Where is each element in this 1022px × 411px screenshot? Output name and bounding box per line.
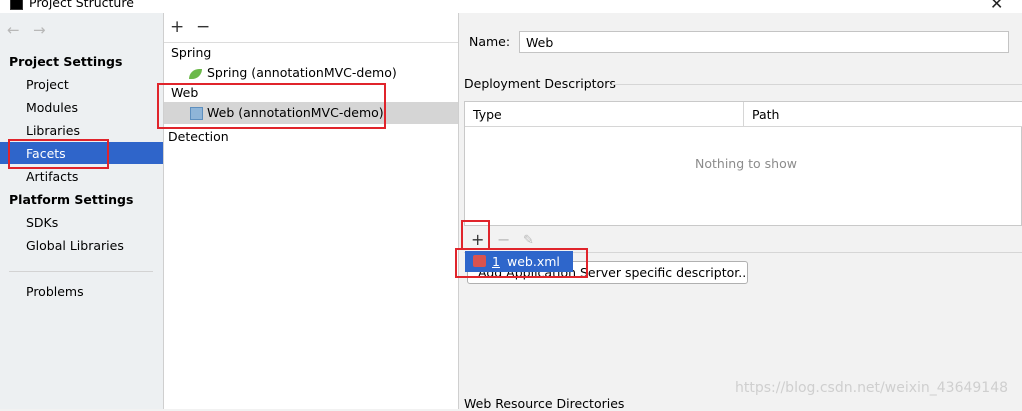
edit-pencil-icon[interactable]: ✎ bbox=[523, 233, 534, 248]
window-title: Project Structure bbox=[29, 0, 134, 10]
name-label: Name: bbox=[469, 34, 511, 49]
sidebar-item-project[interactable]: Project bbox=[26, 77, 69, 92]
forward-arrow-icon[interactable]: → bbox=[33, 21, 46, 39]
watermark: https://blog.csdn.net/weixin_43649148 bbox=[735, 380, 1009, 396]
app-icon bbox=[10, 0, 23, 10]
sidebar-item-modules[interactable]: Modules bbox=[26, 100, 78, 115]
sidebar-item-libraries[interactable]: Libraries bbox=[26, 123, 80, 138]
empty-table-text: Nothing to show bbox=[695, 156, 797, 171]
sidebar-divider bbox=[9, 271, 153, 272]
deployment-descriptors-title: Deployment Descriptors bbox=[464, 76, 616, 91]
column-header-path[interactable]: Path bbox=[752, 107, 779, 122]
annotation-box-add bbox=[461, 220, 490, 250]
annotation-box-facets bbox=[8, 139, 109, 169]
title-bar bbox=[0, 0, 1022, 13]
tree-item-detection[interactable]: Detection bbox=[168, 129, 229, 144]
project-settings-header: Project Settings bbox=[9, 54, 123, 69]
tree-group-spring[interactable]: Spring bbox=[171, 45, 211, 60]
name-input[interactable]: Web bbox=[519, 31, 1009, 53]
sidebar-item-problems[interactable]: Problems bbox=[26, 284, 84, 299]
sidebar bbox=[0, 13, 164, 409]
close-icon[interactable]: ✕ bbox=[990, 0, 1003, 13]
sidebar-item-artifacts[interactable]: Artifacts bbox=[26, 169, 78, 184]
sidebar-item-sdks[interactable]: SDKs bbox=[26, 215, 58, 230]
add-facet-button[interactable]: + bbox=[170, 17, 184, 37]
annotation-box-web bbox=[157, 83, 386, 129]
column-header-type[interactable]: Type bbox=[473, 107, 502, 122]
section-divider bbox=[612, 84, 1022, 85]
tree-toolbar-divider bbox=[164, 42, 458, 43]
annotation-box-web-xml bbox=[455, 248, 588, 278]
platform-settings-header: Platform Settings bbox=[9, 192, 134, 207]
remove-descriptor-button[interactable]: − bbox=[497, 230, 510, 249]
back-arrow-icon[interactable]: ← bbox=[7, 21, 20, 39]
tree-item-spring[interactable]: Spring (annotationMVC-demo) bbox=[207, 65, 397, 80]
sidebar-item-global-libraries[interactable]: Global Libraries bbox=[26, 238, 124, 253]
column-divider[interactable] bbox=[743, 102, 744, 126]
remove-facet-button[interactable]: − bbox=[196, 17, 210, 37]
